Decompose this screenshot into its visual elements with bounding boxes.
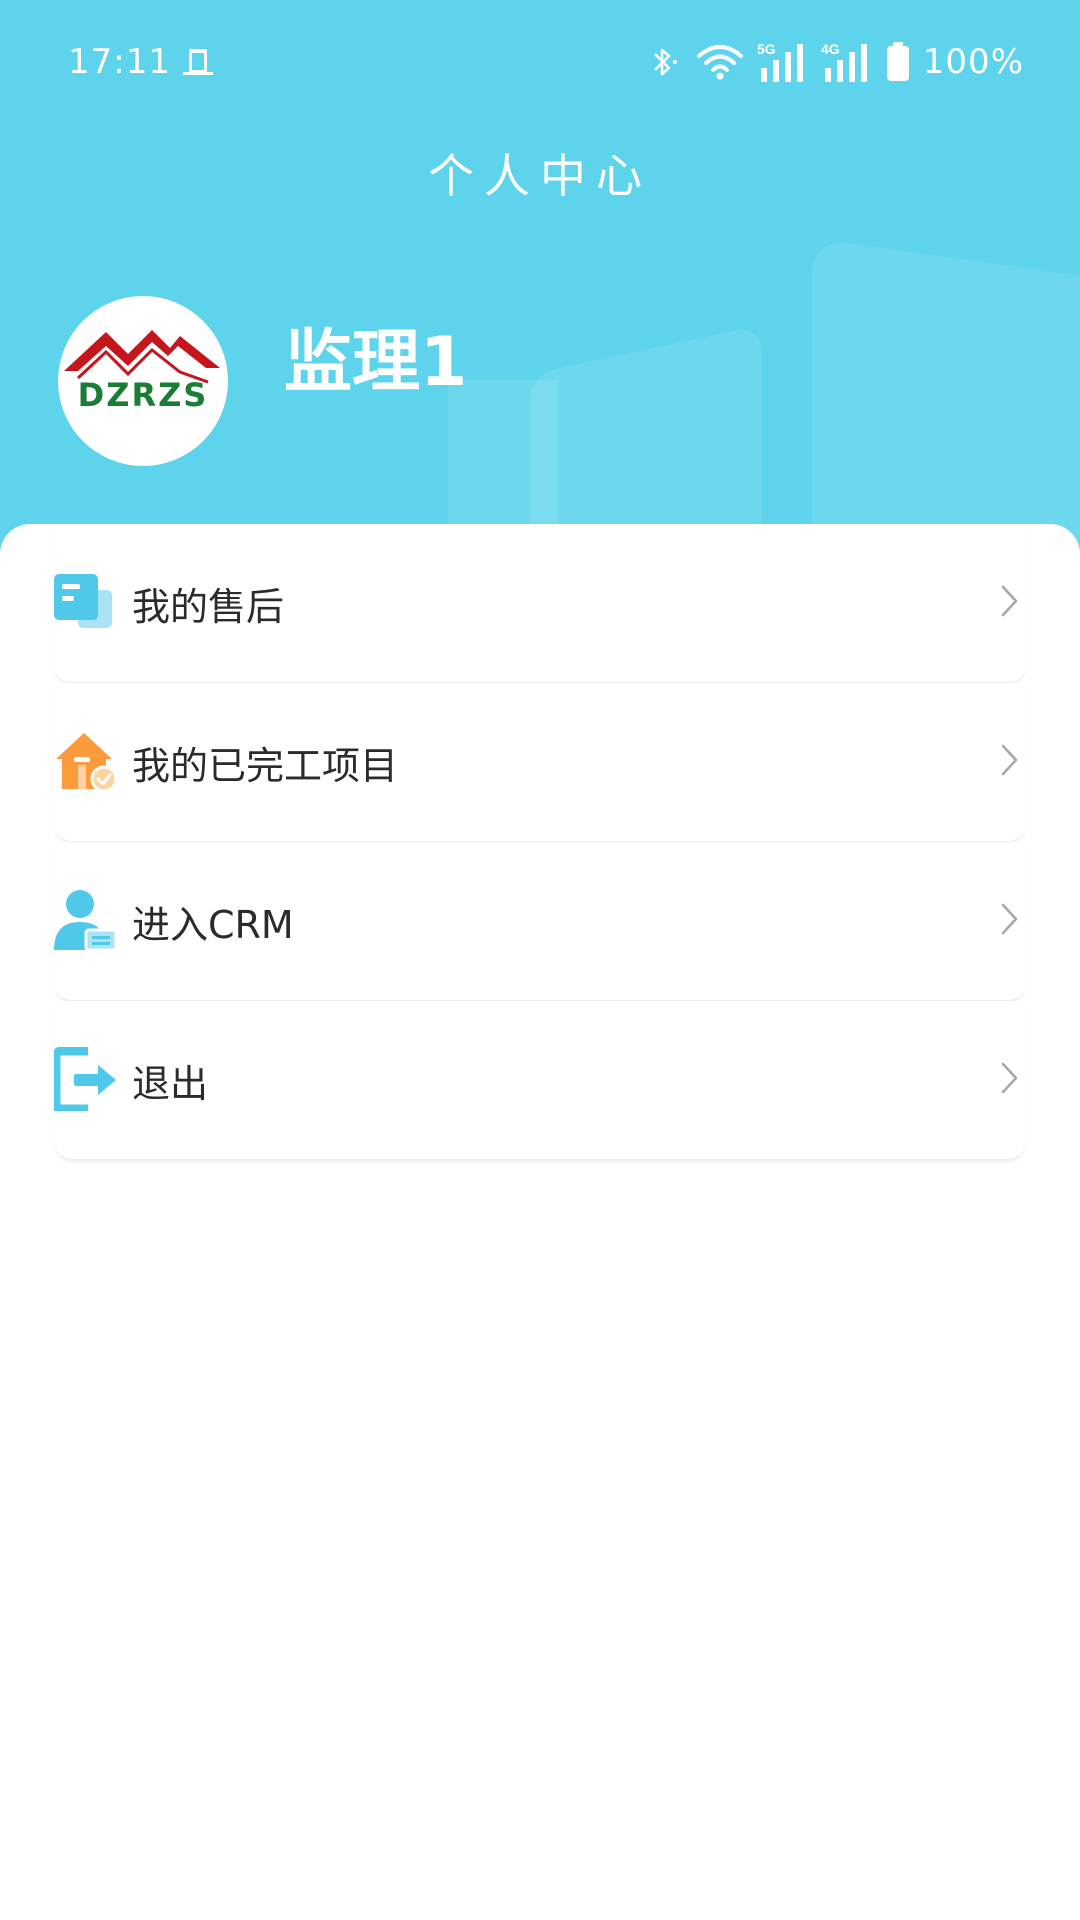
- svg-text:4G: 4G: [821, 41, 840, 57]
- signal-4g-icon: 4G: [821, 41, 867, 82]
- battery-icon: [886, 42, 909, 81]
- status-time: 17:11: [68, 42, 171, 82]
- svg-text:DZRZS: DZRZS: [78, 376, 209, 414]
- chevron-right-icon: [1001, 1062, 1018, 1094]
- username: 监理1: [284, 323, 468, 402]
- status-icons: 5G 4G 100%: [643, 40, 1024, 84]
- menu-item-label: 进入CRM: [132, 903, 294, 947]
- menu-item-completed-projects[interactable]: 我的已完工项目: [54, 683, 1026, 841]
- menu-item-logout[interactable]: 退出: [54, 1001, 1026, 1159]
- status-bar: 17:11 5G 4G 100%: [0, 0, 1080, 125]
- avatar[interactable]: DZRZS: [58, 296, 228, 466]
- svg-text:5G: 5G: [757, 41, 776, 57]
- crm-user-icon: [54, 890, 118, 952]
- menu-item-label: 我的已完工项目: [132, 744, 399, 788]
- menu-item-label: 我的售后: [132, 585, 285, 629]
- background-building: [812, 238, 1080, 560]
- bluetooth-icon: [653, 48, 677, 76]
- chevron-right-icon: [1001, 585, 1018, 617]
- completed-projects-icon: [56, 733, 118, 793]
- signal-5g-icon: 5G: [757, 41, 803, 82]
- chevron-right-icon: [1001, 903, 1018, 935]
- after-sales-icon: [54, 574, 112, 628]
- chevron-right-icon: [1001, 744, 1018, 776]
- menu-item-crm[interactable]: 进入CRM: [54, 842, 1026, 1000]
- battery-percentage: 100%: [922, 42, 1024, 82]
- company-logo: DZRZS: [64, 330, 220, 414]
- menu-item-label: 退出: [132, 1062, 209, 1106]
- menu-item-after-sales[interactable]: 我的售后: [54, 524, 1026, 682]
- phone-icon: [183, 49, 213, 75]
- logout-icon: [54, 1047, 116, 1111]
- page-title: 个人中心: [428, 149, 652, 203]
- wifi-icon: [696, 45, 743, 80]
- menu-list: 我的售后 我的已完工项目 进入CRM 退出: [54, 524, 1026, 1160]
